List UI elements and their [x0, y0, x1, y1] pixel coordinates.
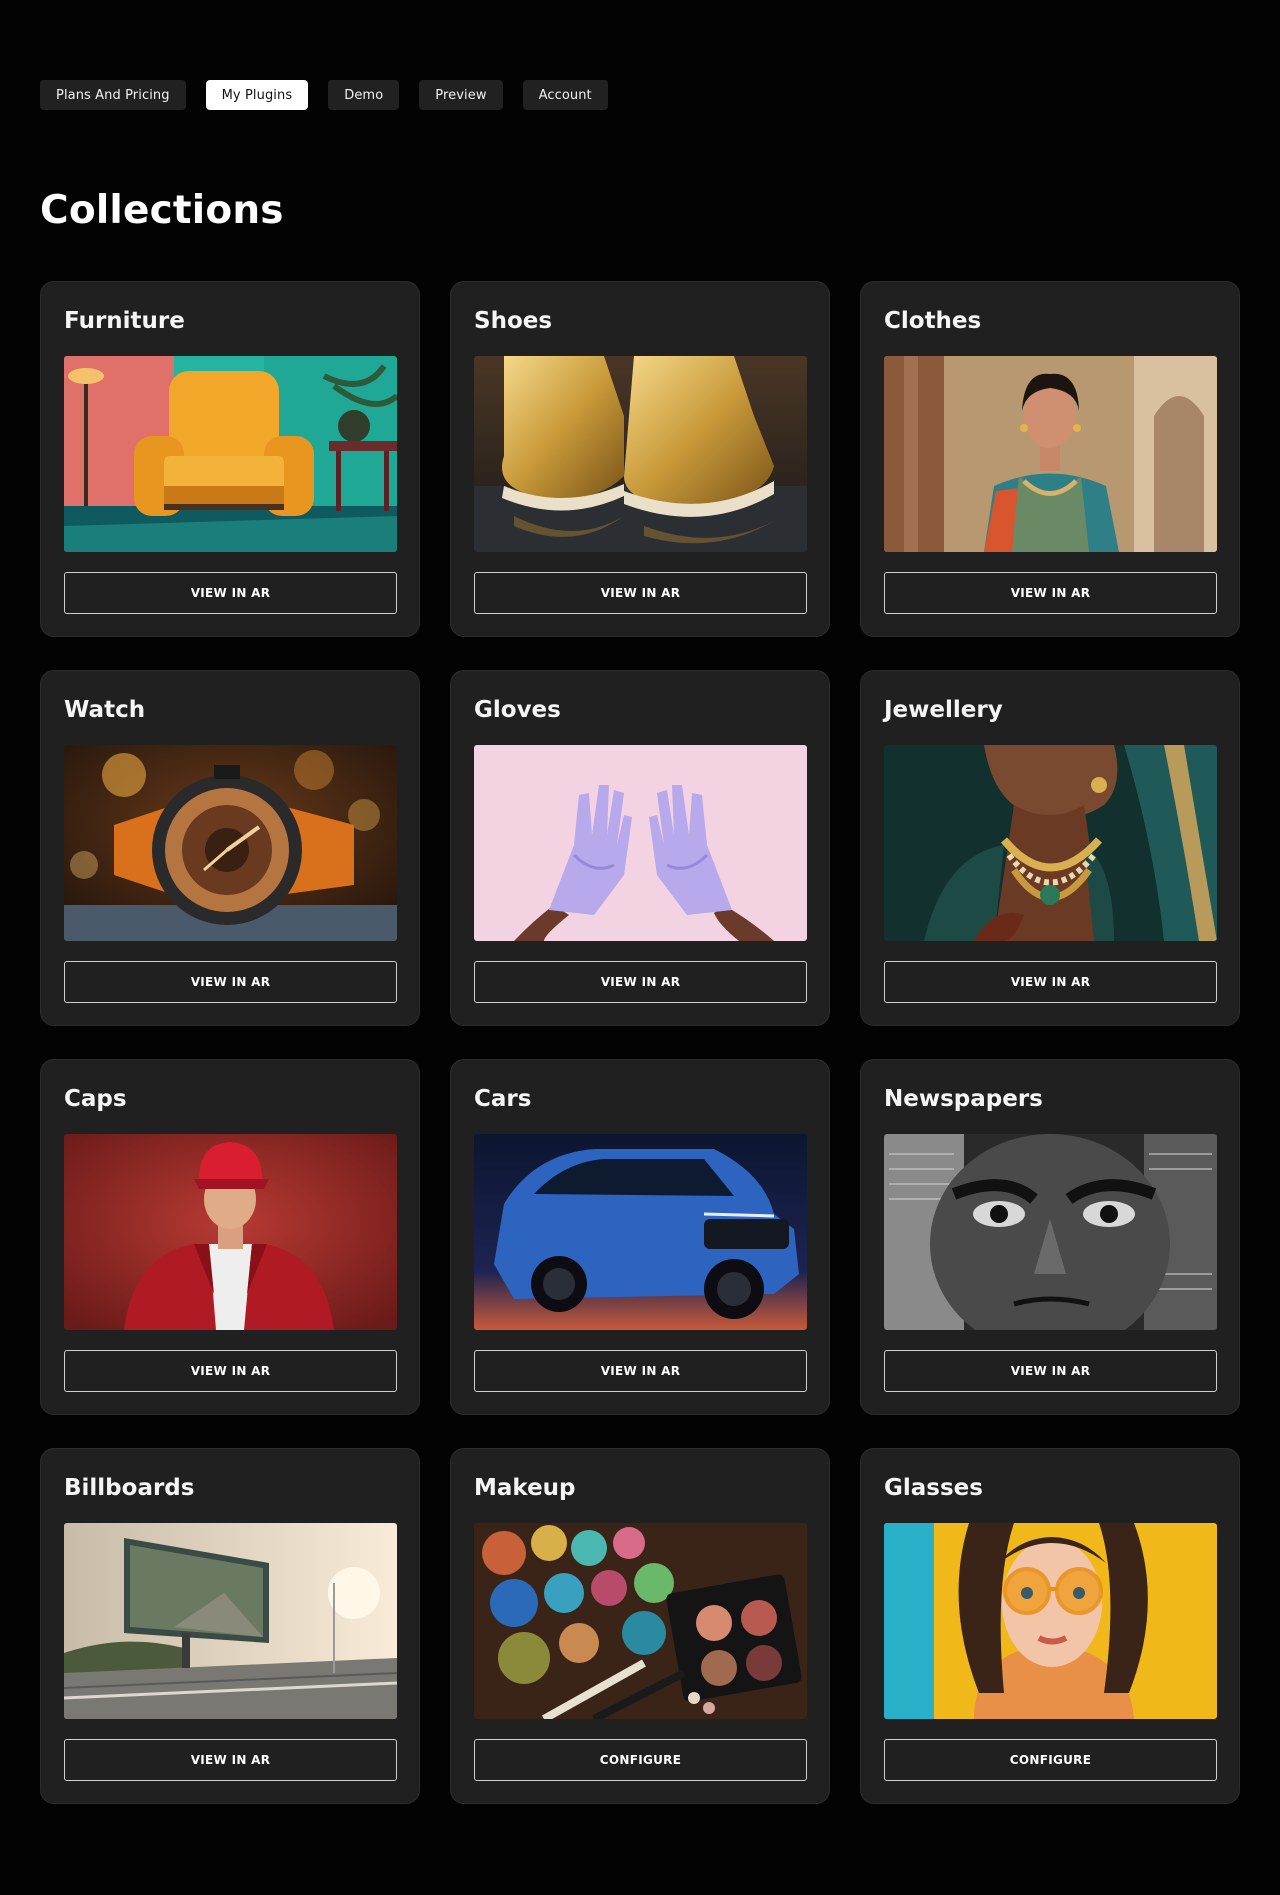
collection-card-watch: Watch VIEW IN AR [40, 670, 420, 1026]
tab-preview[interactable]: Preview [419, 80, 503, 110]
page-title: Collections [40, 188, 284, 233]
tab-plans-and-pricing[interactable]: Plans And Pricing [40, 80, 186, 110]
lavender-gloves-photo [474, 745, 807, 941]
view-in-ar-button[interactable]: VIEW IN AR [884, 1350, 1217, 1392]
armchair-photo [64, 356, 397, 552]
view-in-ar-button[interactable]: VIEW IN AR [64, 1739, 397, 1781]
card-title: Makeup [474, 1475, 576, 1501]
top-nav: Plans And Pricing My Plugins Demo Previe… [40, 80, 608, 110]
woman-in-lehenga-photo [884, 356, 1217, 552]
blue-suv-photo [474, 1134, 807, 1330]
view-in-ar-button[interactable]: VIEW IN AR [474, 1350, 807, 1392]
view-in-ar-button[interactable]: VIEW IN AR [474, 961, 807, 1003]
card-title: Glasses [884, 1475, 983, 1501]
collection-card-furniture: Furniture VIEW IN AR [40, 281, 420, 637]
collection-card-caps: Caps VIEW IN AR [40, 1059, 420, 1415]
necklace-jewellery-photo [884, 745, 1217, 941]
collection-card-cars: Cars VIEW IN AR [450, 1059, 830, 1415]
tab-my-plugins[interactable]: My Plugins [205, 80, 309, 110]
card-title: Shoes [474, 308, 553, 334]
collection-card-shoes: Shoes VIEW IN AR [450, 281, 830, 637]
collection-card-clothes: Clothes VIEW IN AR [860, 281, 1240, 637]
card-title: Gloves [474, 697, 561, 723]
card-title: Furniture [64, 308, 185, 334]
configure-button[interactable]: CONFIGURE [474, 1739, 807, 1781]
card-title: Jewellery [884, 697, 1003, 723]
collection-card-makeup: Makeup CONFIGURE [450, 1448, 830, 1804]
collection-card-glasses: Glasses CONFIGURE [860, 1448, 1240, 1804]
view-in-ar-button[interactable]: VIEW IN AR [64, 572, 397, 614]
view-in-ar-button[interactable]: VIEW IN AR [64, 961, 397, 1003]
tab-account[interactable]: Account [522, 80, 608, 110]
man-in-red-cap-photo [64, 1134, 397, 1330]
card-title: Caps [64, 1086, 127, 1112]
view-in-ar-button[interactable]: VIEW IN AR [884, 572, 1217, 614]
view-in-ar-button[interactable]: VIEW IN AR [474, 572, 807, 614]
card-title: Cars [474, 1086, 532, 1112]
collection-card-gloves: Gloves VIEW IN AR [450, 670, 830, 1026]
tab-demo[interactable]: Demo [328, 80, 400, 110]
card-title: Clothes [884, 308, 982, 334]
woman-yellow-glasses-photo [884, 1523, 1217, 1719]
highway-billboard-photo [64, 1523, 397, 1719]
collections-grid: Furniture VIEW IN AR Shoes VIEW IN AR Cl… [40, 281, 1240, 1804]
collection-card-jewellery: Jewellery VIEW IN AR [860, 670, 1240, 1026]
collection-card-billboards: Billboards VIEW IN AR [40, 1448, 420, 1804]
view-in-ar-button[interactable]: VIEW IN AR [884, 961, 1217, 1003]
view-in-ar-button[interactable]: VIEW IN AR [64, 1350, 397, 1392]
newspaper-face-photo [884, 1134, 1217, 1330]
card-title: Newspapers [884, 1086, 1043, 1112]
configure-button[interactable]: CONFIGURE [884, 1739, 1217, 1781]
gold-sneakers-photo [474, 356, 807, 552]
card-title: Billboards [64, 1475, 195, 1501]
collection-card-newspapers: Newspapers VIEW IN AR [860, 1059, 1240, 1415]
card-title: Watch [64, 697, 146, 723]
eyeshadow-palette-photo [474, 1523, 807, 1719]
wristwatch-photo [64, 745, 397, 941]
